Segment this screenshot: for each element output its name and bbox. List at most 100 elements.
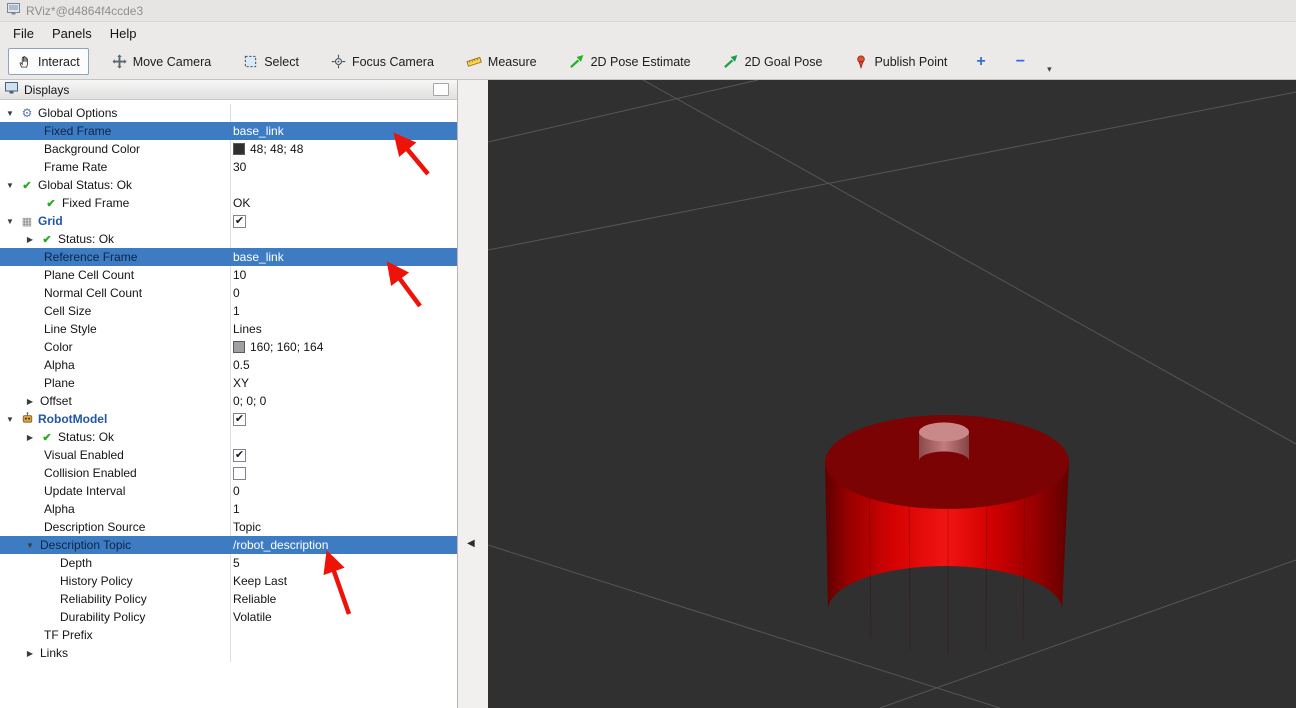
property-value[interactable]: base_link <box>233 250 284 264</box>
select-button[interactable]: Select <box>234 48 308 75</box>
property-value[interactable]: Lines <box>233 322 262 336</box>
add-tool-button[interactable]: + <box>966 51 995 73</box>
expand-arrow-icon[interactable]: ▶ <box>24 397 36 406</box>
tree-row-fixed-frame[interactable]: Fixed Framebase_link <box>0 122 457 140</box>
row-label-area: ▶ Offset <box>0 394 72 408</box>
tree-row-links[interactable]: ▶Links <box>0 644 457 662</box>
tree-row-visual-enabled[interactable]: Visual Enabled✔ <box>0 446 457 464</box>
property-value[interactable]: XY <box>233 376 249 390</box>
toolbar-overflow-icon[interactable]: ▾ <box>1045 64 1054 75</box>
2d-goal-pose-button[interactable]: 2D Goal Pose <box>714 48 832 75</box>
tree-row-durability-policy[interactable]: Durability PolicyVolatile <box>0 608 457 626</box>
property-value[interactable]: 160; 160; 164 <box>233 340 323 354</box>
tree-row-description-topic[interactable]: ▼Description Topic/robot_description <box>0 536 457 554</box>
tree-row-grid[interactable]: ▼▦Grid✔ <box>0 212 457 230</box>
tree-row-status-ok[interactable]: ▶✔Status: Ok <box>0 428 457 446</box>
panel-options-button[interactable] <box>433 83 449 96</box>
tree-row-normal-cell-count[interactable]: Normal Cell Count0 <box>0 284 457 302</box>
property-value[interactable]: Topic <box>233 520 261 534</box>
property-value[interactable]: OK <box>233 196 250 210</box>
tree-row-global-status-ok[interactable]: ▼✔Global Status: Ok <box>0 176 457 194</box>
expand-arrow-icon[interactable]: ▶ <box>24 235 36 244</box>
tree-row-reliability-policy[interactable]: Reliability Policy Reliable <box>0 590 457 608</box>
tree-row-history-policy[interactable]: History PolicyKeep Last <box>0 572 457 590</box>
displays-panel-header[interactable]: Displays <box>0 80 457 100</box>
measure-button[interactable]: Measure <box>457 48 546 75</box>
property-label: Color <box>44 340 73 354</box>
property-value[interactable]: ✔ <box>233 413 246 426</box>
property-value[interactable]: Keep Last <box>233 574 287 588</box>
property-value[interactable]: 0; 0; 0 <box>233 394 266 408</box>
collapse-arrow-icon[interactable]: ▼ <box>4 109 16 118</box>
3d-viewport[interactable] <box>488 80 1296 708</box>
checkbox-checked[interactable]: ✔ <box>233 215 246 228</box>
tree-row-reference-frame[interactable]: Reference Framebase_link <box>0 248 457 266</box>
checkbox-checked[interactable]: ✔ <box>233 413 246 426</box>
splitter-collapse-icon[interactable]: ◀ <box>467 538 475 549</box>
property-value[interactable]: 5 <box>233 556 240 570</box>
interact-button[interactable]: Interact <box>8 48 89 75</box>
menubar: File Panels Help <box>0 22 1296 44</box>
tree-row-color[interactable]: Color 160; 160; 164 <box>0 338 457 356</box>
displays-panel: Displays ▼⚙Global OptionsFixed Framebase… <box>0 80 458 708</box>
property-value[interactable]: 30 <box>233 160 246 174</box>
focus-camera-button[interactable]: Focus Camera <box>322 48 443 75</box>
menu-help[interactable]: Help <box>101 24 146 43</box>
collapse-arrow-icon[interactable]: ▼ <box>4 415 16 424</box>
tree-row-alpha[interactable]: Alpha1 <box>0 500 457 518</box>
property-label: TF Prefix <box>44 628 93 642</box>
property-value[interactable]: /robot_description <box>233 538 328 552</box>
collapse-arrow-icon[interactable]: ▼ <box>4 181 16 190</box>
checkbox-unchecked[interactable] <box>233 467 246 480</box>
tree-row-depth[interactable]: Depth5 <box>0 554 457 572</box>
tree-row-robotmodel[interactable]: ▼RobotModel✔ <box>0 410 457 428</box>
tree-row-tf-prefix[interactable]: TF Prefix <box>0 626 457 644</box>
tree-row-status-ok[interactable]: ▶✔Status: Ok <box>0 230 457 248</box>
property-value[interactable]: 0 <box>233 484 240 498</box>
row-label-area: Frame Rate <box>0 160 107 174</box>
tree-row-fixed-frame[interactable]: ✔Fixed FrameOK <box>0 194 457 212</box>
tree-row-cell-size[interactable]: Cell Size1 <box>0 302 457 320</box>
property-value[interactable]: Reliable <box>233 592 276 606</box>
tree-row-update-interval[interactable]: Update Interval0 <box>0 482 457 500</box>
property-label: Offset <box>40 394 72 408</box>
property-value[interactable]: 1 <box>233 502 240 516</box>
property-value[interactable]: 0.5 <box>233 358 250 372</box>
remove-tool-button[interactable]: − <box>1006 51 1035 73</box>
2d-pose-estimate-button[interactable]: 2D Pose Estimate <box>560 48 700 75</box>
collapse-arrow-icon[interactable]: ▼ <box>24 541 36 550</box>
menu-panels[interactable]: Panels <box>43 24 101 43</box>
checkbox-checked[interactable]: ✔ <box>233 449 246 462</box>
tree-row-frame-rate[interactable]: Frame Rate 30 <box>0 158 457 176</box>
property-value[interactable]: 0 <box>233 286 240 300</box>
property-label: Frame Rate <box>44 160 107 174</box>
tree-row-plane-cell-count[interactable]: Plane Cell Count10 <box>0 266 457 284</box>
property-value[interactable]: 48; 48; 48 <box>233 142 303 156</box>
tree-row-line-style[interactable]: Line StyleLines <box>0 320 457 338</box>
expand-arrow-icon[interactable]: ▶ <box>24 649 36 658</box>
tree-row-alpha[interactable]: Alpha0.5 <box>0 356 457 374</box>
property-value[interactable]: base_link <box>233 124 284 138</box>
property-value[interactable]: ✔ <box>233 215 246 228</box>
property-value[interactable]: Volatile <box>233 610 272 624</box>
tree-row-offset[interactable]: ▶ Offset 0; 0; 0 <box>0 392 457 410</box>
property-value[interactable]: 1 <box>233 304 240 318</box>
expand-arrow-icon[interactable]: ▶ <box>24 433 36 442</box>
publish-point-button[interactable]: Publish Point <box>845 48 956 75</box>
property-value[interactable]: 10 <box>233 268 246 282</box>
move-camera-button[interactable]: Move Camera <box>103 48 221 75</box>
row-label-area: Reliability Policy <box>0 592 147 606</box>
tree-row-description-source[interactable]: Description SourceTopic <box>0 518 457 536</box>
row-label-area: ▶✔Status: Ok <box>0 232 114 246</box>
tree-row-global-options[interactable]: ▼⚙Global Options <box>0 104 457 122</box>
collapse-arrow-icon[interactable]: ▼ <box>4 217 16 226</box>
value-text: 0 <box>233 484 240 498</box>
tree-row-collision-enabled[interactable]: Collision Enabled <box>0 464 457 482</box>
menu-file[interactable]: File <box>4 24 43 43</box>
property-value[interactable]: ✔ <box>233 449 246 462</box>
tree-row-plane[interactable]: PlaneXY <box>0 374 457 392</box>
property-label: Global Options <box>38 106 117 120</box>
tree-row-background-color[interactable]: Background Color48; 48; 48 <box>0 140 457 158</box>
panel-splitter[interactable]: ◀ <box>458 80 488 708</box>
property-value[interactable] <box>233 467 246 480</box>
